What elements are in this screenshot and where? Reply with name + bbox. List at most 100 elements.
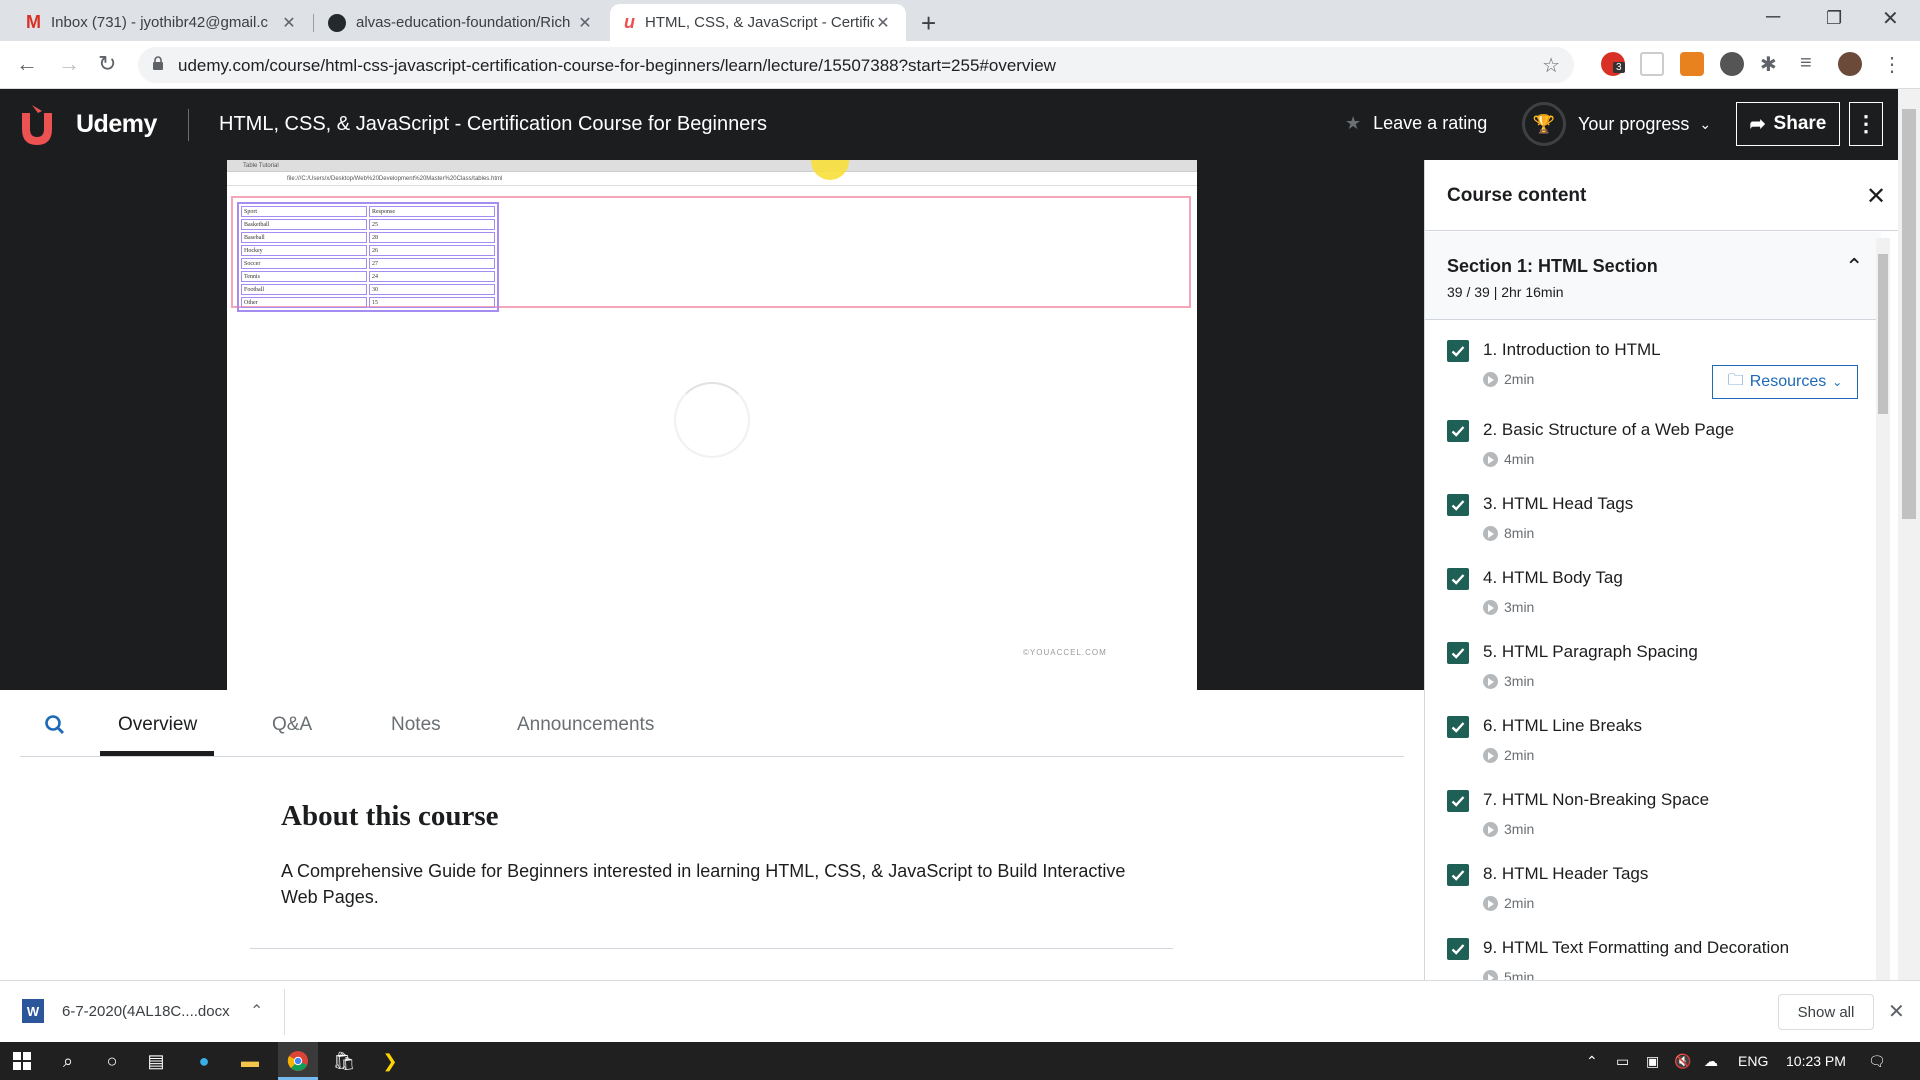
tab-title: HTML, CSS, & JavaScript - Certific [645,14,874,31]
cortana-icon[interactable]: ○ [100,1049,124,1073]
duration-text: 2min [1504,371,1535,387]
store-icon[interactable]: 🛍 [332,1049,356,1073]
network-icon[interactable]: ▣ [1646,1053,1659,1070]
extension-icon[interactable] [1640,52,1664,76]
lecture-item[interactable]: 1. Introduction to HTML 2min 🗀 Resources ⌄ [1425,328,1881,402]
lecture-item[interactable]: 2. Basic Structure of a Web Page 4min [1425,408,1881,482]
address-bar[interactable]: udemy.com/course/html-css-javascript-cer… [138,47,1574,83]
lecture-item[interactable]: 3. HTML Head Tags 8min [1425,482,1881,556]
more-options-button[interactable]: ⋮ [1849,102,1883,146]
checkbox-checked-icon[interactable] [1447,790,1469,812]
video-frame[interactable]: Table Tutorial file:///C:/Users/x/Deskto… [227,160,1197,690]
chrome-menu-icon[interactable]: ⋮ [1882,52,1906,76]
sidebar-header: Course content ✕ [1425,160,1898,231]
show-all-button[interactable]: Show all [1778,994,1874,1030]
close-icon[interactable]: ✕ [576,13,594,33]
scrollbar-thumb[interactable] [1902,109,1916,519]
back-button[interactable]: ← [16,51,38,77]
video-table-row: Basketball 25 [241,219,495,230]
lecture-title: 1. Introduction to HTML [1483,340,1661,359]
checkbox-checked-icon[interactable] [1447,568,1469,590]
reading-list-icon[interactable]: ≡ [1800,52,1824,76]
lecture-item[interactable]: 9. HTML Text Formatting and Decoration 5m… [1425,926,1881,980]
scrollbar-thumb[interactable] [1878,254,1888,414]
lecture-item[interactable]: 7. HTML Non-Breaking Space 3min [1425,778,1881,852]
close-icon[interactable]: ✕ [280,13,298,33]
video-table-row: Soccer 27 [241,258,495,269]
file-explorer-icon[interactable]: ▬ [238,1049,262,1073]
section-header[interactable]: Section 1: HTML Section 39 / 39 | 2hr 16… [1425,232,1881,320]
tab-overview[interactable]: Overview [118,714,197,736]
new-tab-button[interactable]: + [921,8,936,39]
lecture-item[interactable]: 5. HTML Paragraph Spacing 3min [1425,630,1881,704]
folder-icon: 🗀 [1727,371,1744,389]
share-button[interactable]: ➦ Share [1736,102,1840,146]
metamask-icon[interactable] [1680,52,1704,76]
video-table-container: Sport Response Basketball 25 Baseball 28 Hocke… [231,196,1191,312]
progress-button[interactable]: 🏆 Your progress ⌄ [1522,102,1711,146]
close-icon[interactable]: ✕ [874,13,892,33]
chrome-icon[interactable] [286,1049,310,1073]
lecture-item[interactable]: 4. HTML Body Tag 3min [1425,556,1881,630]
language-indicator[interactable]: ENG [1738,1053,1768,1069]
gmail-icon: M [26,12,41,32]
checkbox-checked-icon[interactable] [1447,340,1469,362]
search-icon[interactable] [44,714,66,736]
udemy-logo-icon [22,105,52,145]
reload-button[interactable]: ↻ [98,51,116,77]
course-title[interactable]: HTML, CSS, & JavaScript - Certification … [219,113,767,136]
page-scrollbar[interactable] [1898,89,1920,980]
checkbox-checked-icon[interactable] [1447,420,1469,442]
window-close-button[interactable]: ✕ [1882,6,1899,31]
tab-qa[interactable]: Q&A [272,714,312,736]
url-text: udemy.com/course/html-css-javascript-cer… [178,56,1056,75]
search-icon[interactable]: ⌕ [56,1049,80,1073]
battery-icon[interactable]: ▭ [1616,1053,1629,1070]
video-player[interactable]: Table Tutorial file:///C:/Users/x/Deskto… [0,160,1424,690]
checkbox-checked-icon[interactable] [1447,494,1469,516]
lecture-item[interactable]: 8. HTML Header Tags 2min [1425,852,1881,926]
task-view-icon[interactable]: ▤ [144,1049,168,1073]
video-table-row: Football 30 [241,284,495,295]
checkbox-checked-icon[interactable] [1447,864,1469,886]
tab-notes[interactable]: Notes [391,714,441,736]
terminal-icon[interactable]: ❯ [378,1049,402,1073]
active-tab-indicator [100,751,214,756]
tab-gmail[interactable]: M Inbox (731) - jyothibr42@gmail.c ✕ [12,4,312,41]
extension-icon[interactable] [1720,52,1744,76]
lecture-item[interactable]: 6. HTML Line Breaks 2min [1425,704,1881,778]
tab-udemy[interactable]: u HTML, CSS, & JavaScript - Certific ✕ [610,4,906,41]
restore-button[interactable]: ❐ [1826,8,1842,29]
close-icon[interactable]: ✕ [1866,182,1886,211]
video-inner-tab: Table Tutorial [227,160,1197,172]
bookmark-star-icon[interactable]: ☆ [1542,53,1560,78]
course-header: Udemy HTML, CSS, & JavaScript - Certific… [0,89,1898,160]
chevron-up-icon[interactable]: ⌃ [1586,1053,1598,1070]
close-icon[interactable]: ✕ [1888,999,1905,1024]
download-item[interactable]: W 6-7-2020(4AL18C....docx [22,999,230,1023]
windows-start-icon[interactable] [10,1049,34,1073]
weather-icon[interactable]: ☁ [1704,1053,1718,1070]
checkbox-checked-icon[interactable] [1447,938,1469,960]
leave-rating-button[interactable]: ★ Leave a rating [1345,113,1487,134]
udemy-logo[interactable]: Udemy [18,103,157,145]
chevron-up-icon[interactable]: ⌃ [250,1001,263,1021]
avatar[interactable] [1838,52,1862,76]
forward-button[interactable]: → [58,51,80,77]
tab-announcements[interactable]: Announcements [517,714,654,736]
resources-dropdown[interactable]: 🗀 Resources ⌄ [1712,365,1858,399]
minimize-button[interactable]: ─ [1766,6,1780,29]
edge-icon[interactable]: ● [192,1049,216,1073]
tab-github[interactable]: alvas-education-foundation/Rich ✕ [314,4,608,41]
sidebar-scrollbar[interactable] [1876,238,1890,980]
play-circle-icon [1483,969,1498,980]
puzzle-icon[interactable]: ✱ [1760,52,1784,76]
notifications-icon[interactable]: 🗨 [1868,1053,1886,1070]
checkbox-checked-icon[interactable] [1447,642,1469,664]
lecture-duration: 3min [1483,599,1534,615]
extension-icon[interactable]: 3 [1601,52,1625,76]
clock[interactable]: 10:23 PM [1786,1053,1846,1069]
checkbox-checked-icon[interactable] [1447,716,1469,738]
volume-muted-icon[interactable]: 🔇 [1674,1053,1691,1070]
header-divider [188,109,189,141]
